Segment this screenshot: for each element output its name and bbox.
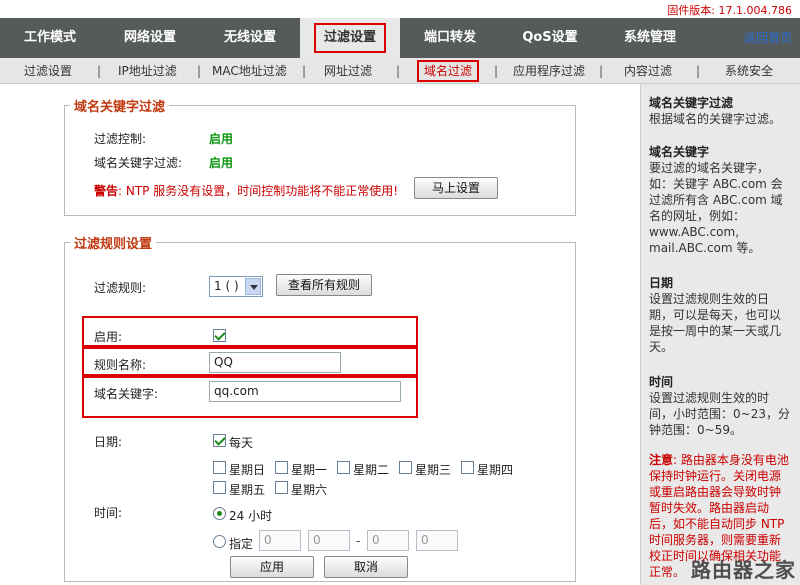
rule-settings-title: 过滤规则设置 [70,233,157,252]
range-separator: - [356,534,361,548]
thursday-checkbox[interactable] [461,461,474,474]
subnav-separator: | [302,64,307,78]
subtab-url-filter[interactable]: 网址过滤 [324,58,372,84]
subnav-separator: | [599,64,604,78]
subnav-separator: | [696,64,701,78]
sunday-label: 星期日 [229,463,266,477]
domain-keyword-label: 域名关键字: [94,387,159,401]
time-24h-label: 24 小时 [229,509,273,523]
chevron-down-icon [245,278,261,295]
view-all-rules-button[interactable]: 查看所有规则 [276,274,372,296]
monday-label: 星期一 [291,463,328,477]
filter-rule-label: 过滤规则: [94,281,147,295]
filter-control-label: 过滤控制: [94,132,147,146]
tuesday-checkbox[interactable] [337,461,350,474]
rule-name-input[interactable]: QQ [209,352,341,373]
tuesday-label: 星期二 [353,463,390,477]
domain-keyword-input[interactable]: qq.com [209,381,401,402]
everyday-checkbox[interactable] [213,434,226,447]
subtab-domain-filter[interactable]: 域名过滤 [417,58,480,84]
tab-filter-settings[interactable]: 过滤设置 [300,18,400,60]
domain-keyword-filter-value: 启用 [209,156,234,170]
ntp-warning-text: : NTP 服务没有设置，时间控制功能将不能正常使用! [118,184,399,198]
wednesday-label: 星期三 [415,463,452,477]
subnav-separator: | [396,64,401,78]
everyday-label: 每天 [229,436,254,450]
monday-checkbox[interactable] [275,461,288,474]
end-minute-input[interactable]: 0 [416,530,458,551]
ntp-warning-prefix: 警告 [94,184,119,198]
filter-rule-select[interactable]: 1 ( ) [209,276,263,297]
friday-checkbox[interactable] [213,481,226,494]
help-text-date: 设置过滤规则生效的日期，可以是每天，也可以是按一周中的某一天或几天。 [649,292,782,354]
filter-control-value: 启用 [209,132,234,146]
subnav-separator: | [97,64,102,78]
main-nav: 工作模式 网络设置 无线设置 过滤设置 端口转发 QoS设置 系统管理 返回首页 [0,18,800,60]
apply-button[interactable]: 应用 [230,556,314,578]
tab-wireless-settings[interactable]: 无线设置 [200,18,300,58]
tab-system-management[interactable]: 系统管理 [600,18,700,58]
time-label: 时间: [94,506,123,520]
thursday-label: 星期四 [477,463,514,477]
help-note-label: 注意 [649,453,674,467]
subtab-system-security[interactable]: 系统安全 [725,58,773,84]
help-heading-domain-keyword: 域名关键字 [649,145,710,159]
help-heading-time: 时间 [649,375,674,389]
subtab-filter-settings[interactable]: 过滤设置 [24,58,72,84]
tab-qos-settings[interactable]: QoS设置 [500,18,600,58]
sunday-checkbox[interactable] [213,461,226,474]
filter-rule-selected: 1 ( ) [214,279,239,293]
help-heading-domain-filter: 域名关键字过滤 [649,96,734,110]
watermark-logo: 路由器之家 [691,558,796,582]
subtab-app-filter[interactable]: 应用程序过滤 [513,58,585,84]
end-hour-input[interactable]: 0 [367,530,409,551]
saturday-checkbox[interactable] [275,481,288,494]
cancel-button[interactable]: 取消 [324,556,408,578]
help-text-domain-filter: 根据域名的关键字过滤。 [649,112,782,126]
tab-network-settings[interactable]: 网络设置 [100,18,200,58]
subtab-ip-filter[interactable]: IP地址过滤 [118,58,177,84]
setup-now-button[interactable]: 马上设置 [414,177,498,199]
help-sidebar: 域名关键字过滤 根据域名的关键字过滤。 域名关键字 要过滤的域名关键字，如：关键… [640,84,800,585]
rule-name-label: 规则名称: [94,358,147,372]
time-custom-label: 指定 [229,537,254,551]
help-heading-date: 日期 [649,276,674,290]
time-24h-radio[interactable] [213,507,226,520]
help-text-domain-keyword: 要过滤的域名关键字，如：关键字 ABC.com 会过滤所有含 ABC.com 域… [649,161,783,255]
start-hour-input[interactable]: 0 [259,530,301,551]
subtab-mac-filter[interactable]: MAC地址过滤 [212,58,287,84]
sub-nav: 过滤设置 | IP地址过滤 | MAC地址过滤 | 网址过滤 | 域名过滤 | … [0,58,800,84]
domain-keyword-filter-label: 域名关键字过滤: [94,156,183,170]
date-label: 日期: [94,435,123,449]
subtab-domain-filter-label: 域名过滤 [417,60,480,82]
back-home-link[interactable]: 返回首页 [744,18,792,58]
friday-label: 星期五 [229,483,266,497]
help-text-time: 设置过滤规则生效的时间，小时范围：0~23，分钟范围：0~59。 [649,391,790,437]
wednesday-checkbox[interactable] [399,461,412,474]
firmware-version: 固件版本: 17.1.004.786 [667,4,792,17]
enable-checkbox[interactable] [213,329,226,342]
subnav-separator: | [197,64,202,78]
domain-filter-title: 域名关键字过滤 [70,96,170,115]
saturday-label: 星期六 [291,483,328,497]
tab-filter-settings-label: 过滤设置 [313,23,386,53]
subtab-content-filter[interactable]: 内容过滤 [624,58,672,84]
tab-work-mode[interactable]: 工作模式 [0,18,100,58]
start-minute-input[interactable]: 0 [308,530,350,551]
subnav-separator: | [494,64,499,78]
time-custom-radio[interactable] [213,535,226,548]
enable-highlight-box [82,316,418,347]
enable-label: 启用: [94,330,123,344]
tab-port-forwarding[interactable]: 端口转发 [400,18,500,58]
ntp-warning: 警告: NTP 服务没有设置，时间控制功能将不能正常使用! [94,182,398,199]
